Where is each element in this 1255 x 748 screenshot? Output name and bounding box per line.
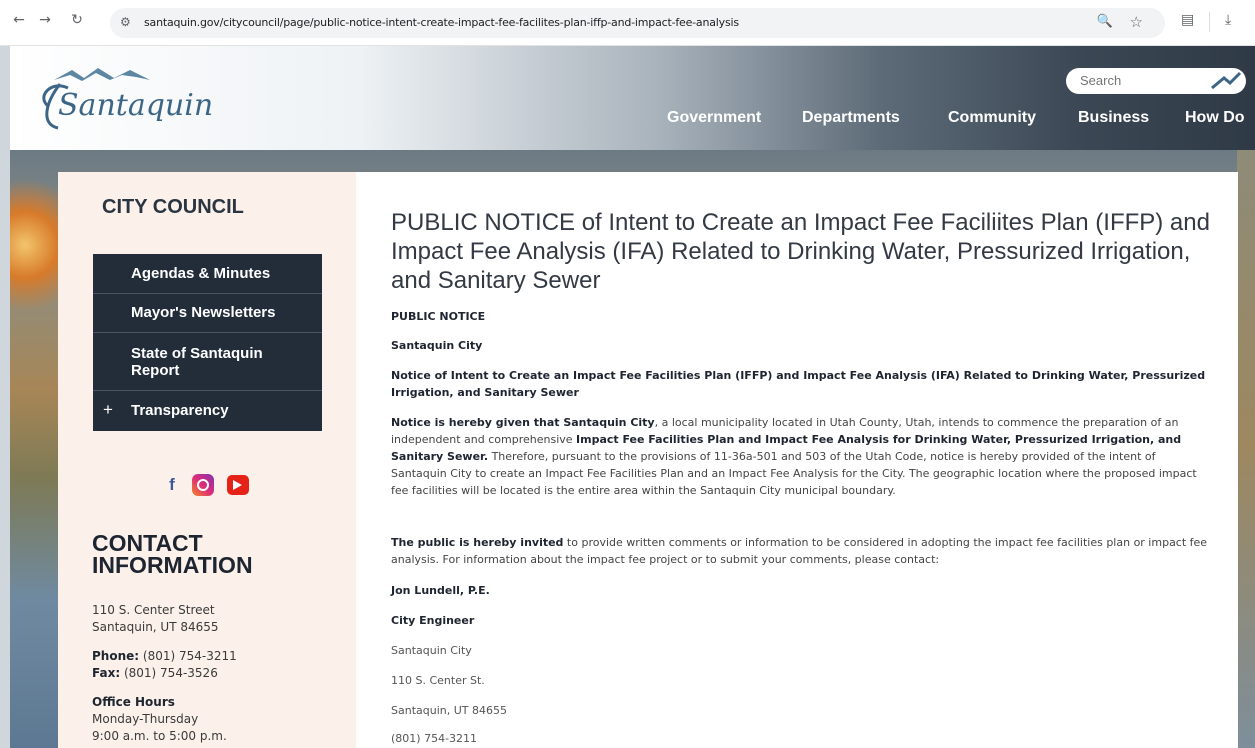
sidebar-item-label: Transparency bbox=[131, 402, 229, 419]
sidebar: CITY COUNCIL Agendas & Minutes Mayor's N… bbox=[58, 172, 356, 748]
youtube-play bbox=[233, 480, 243, 490]
notice-text-2: Therefore, pursuant to the provisions of… bbox=[391, 450, 1197, 497]
logo-wordmark: Santaquin bbox=[58, 88, 214, 123]
contact-address: 110 S. Center Street Santaquin, UT 84655 bbox=[92, 602, 219, 636]
reload-icon[interactable]: ↻ bbox=[68, 12, 86, 28]
phone-label: Phone: bbox=[92, 649, 140, 663]
sidebar-item-state-of-santaquin[interactable]: State of Santaquin Report bbox=[93, 333, 322, 391]
instagram-icon[interactable] bbox=[192, 474, 215, 496]
fax-label: Fax: bbox=[92, 666, 121, 680]
sidebar-item-agendas-minutes[interactable]: Agendas & Minutes bbox=[93, 254, 322, 294]
facebook-icon[interactable]: f bbox=[165, 475, 179, 495]
city-name: Santaquin City bbox=[391, 337, 1211, 354]
nav-government[interactable]: Government bbox=[667, 109, 761, 127]
social-links: f bbox=[165, 474, 257, 496]
url-text: santaquin.gov/citycouncil/page/public-no… bbox=[144, 16, 739, 29]
city-name-text: Santaquin City bbox=[391, 339, 483, 352]
hours-days: Monday-Thursday bbox=[92, 712, 199, 726]
contact-city: Santaquin, UT 84655 bbox=[391, 704, 507, 717]
hours-label: Office Hours bbox=[92, 695, 175, 709]
scenery-edge bbox=[1237, 150, 1255, 748]
mountain-search-icon[interactable] bbox=[1206, 70, 1246, 92]
toolbar-divider bbox=[1209, 12, 1210, 32]
reading-mode-icon[interactable]: ▤ bbox=[1181, 12, 1194, 28]
address-bar[interactable]: ⚙ santaquin.gov/citycouncil/page/public-… bbox=[110, 8, 1165, 38]
sidebar-menu: Agendas & Minutes Mayor's Newsletters St… bbox=[93, 254, 322, 431]
notice-label-text: PUBLIC NOTICE bbox=[391, 310, 486, 323]
sidebar-item-mayors-newsletters[interactable]: Mayor's Newsletters bbox=[93, 294, 322, 333]
notice-body-paragraph: Notice is hereby given that Santaquin Ci… bbox=[391, 414, 1211, 499]
address-line1: 110 S. Center Street bbox=[92, 603, 215, 617]
notice-subject: Notice of Intent to Create an Impact Fee… bbox=[391, 367, 1211, 401]
forward-arrow-icon[interactable]: → bbox=[36, 12, 54, 28]
notice-label: PUBLIC NOTICE bbox=[391, 308, 1211, 325]
contact-heading-line1: CONTACT bbox=[92, 530, 203, 556]
hours-time: 9:00 a.m. to 5:00 p.m. bbox=[92, 729, 227, 743]
contact-org: Santaquin City bbox=[391, 644, 472, 657]
phone-number[interactable]: (801) 754-3211 bbox=[143, 649, 237, 663]
contact-name-text: Jon Lundell, P.E. bbox=[391, 584, 490, 597]
sidebar-item-label: Agendas & Minutes bbox=[131, 265, 271, 282]
address-line2: Santaquin, UT 84655 bbox=[92, 620, 219, 634]
nav-business[interactable]: Business bbox=[1078, 109, 1149, 127]
site-header: Santaquin Government Departments Communi… bbox=[10, 46, 1255, 150]
back-arrow-icon[interactable]: ← bbox=[10, 12, 28, 28]
nav-how-do[interactable]: How Do bbox=[1185, 109, 1245, 127]
search-input[interactable] bbox=[1078, 72, 1192, 89]
sidebar-item-label: State of Santaquin Report bbox=[131, 345, 263, 379]
browser-toolbar: ← → ↻ ⚙ santaquin.gov/citycouncil/page/p… bbox=[0, 0, 1255, 46]
bookmark-star-icon[interactable]: ☆ bbox=[1130, 13, 1143, 31]
search-box[interactable] bbox=[1066, 68, 1246, 94]
contact-phone-fax: Phone: (801) 754-3211 Fax: (801) 754-352… bbox=[92, 648, 237, 682]
nav-departments[interactable]: Departments bbox=[802, 109, 900, 127]
youtube-icon[interactable] bbox=[227, 475, 250, 495]
contact-heading-line2: INFORMATION bbox=[92, 552, 253, 578]
invite-lead: The public is hereby invited bbox=[391, 536, 564, 549]
plus-icon: + bbox=[103, 400, 113, 419]
fax-number: (801) 754-3526 bbox=[123, 666, 218, 680]
contact-name: Jon Lundell, P.E. bbox=[391, 582, 1211, 599]
contact-street: 110 S. Center St. bbox=[391, 674, 485, 687]
office-hours: Office Hours Monday-Thursday 9:00 a.m. t… bbox=[92, 694, 227, 745]
download-icon[interactable]: ⤓ bbox=[1225, 12, 1231, 28]
zoom-icon[interactable]: 🔍 bbox=[1097, 14, 1113, 29]
page-title: PUBLIC NOTICE of Intent to Create an Imp… bbox=[391, 209, 1210, 294]
nav-community[interactable]: Community bbox=[948, 109, 1036, 127]
sidebar-item-label: Mayor's Newsletters bbox=[131, 304, 276, 321]
sunset-image bbox=[10, 170, 60, 320]
site-settings-icon[interactable]: ⚙ bbox=[120, 15, 131, 29]
contact-heading: CONTACT INFORMATION bbox=[92, 530, 253, 578]
notice-subject-text: Notice of Intent to Create an Impact Fee… bbox=[391, 369, 1206, 399]
contact-title-text: City Engineer bbox=[391, 614, 475, 627]
public-invite-paragraph: The public is hereby invited to provide … bbox=[391, 534, 1211, 568]
santaquin-logo[interactable]: Santaquin bbox=[32, 66, 213, 140]
contact-phone[interactable]: (801) 754-3211 bbox=[391, 730, 1211, 747]
instagram-lens bbox=[197, 479, 210, 491]
notice-lead: Notice is hereby given that Santaquin Ci… bbox=[391, 416, 655, 429]
contact-title: City Engineer bbox=[391, 612, 1211, 629]
sidebar-title: CITY COUNCIL bbox=[102, 196, 244, 218]
main-content: PUBLIC NOTICE of Intent to Create an Imp… bbox=[356, 172, 1238, 748]
sidebar-item-transparency[interactable]: + Transparency bbox=[93, 391, 322, 431]
